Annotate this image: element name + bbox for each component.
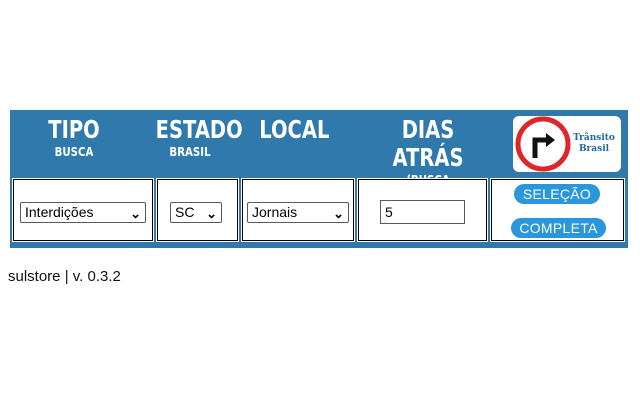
dias-input-value: 5 (385, 204, 393, 220)
chevron-down-icon: ⌄ (333, 206, 344, 221)
buttons-cell: SELEÇÃO COMPLETA (490, 178, 625, 242)
footer-brand: sulstore (8, 268, 61, 285)
header-estado-subtitle: BRASIL (169, 145, 211, 159)
header-estado-title: ESTADO (155, 115, 243, 144)
estado-select-value: SC (175, 204, 195, 220)
transito-brasil-logo: Trânsito Brasil (513, 116, 621, 172)
header-local-title: LOCAL (259, 115, 330, 144)
selecao-button[interactable]: SELEÇÃO (514, 184, 600, 204)
logo-line2: Brasil (578, 144, 610, 154)
chevron-down-icon: ⌄ (130, 206, 141, 221)
logo-text: Trânsito Brasil (569, 133, 619, 155)
search-panel: TIPO BUSCA ESTADO BRASIL LOCAL DIAS ATRÁ… (10, 110, 628, 248)
header-local: LOCAL (250, 116, 334, 144)
dias-cell: 5 (357, 178, 488, 242)
header-dias-title: DIAS ATRÁS (392, 115, 464, 172)
logo-line1: Trânsito (573, 133, 615, 143)
footer-version: v. 0.3.2 (72, 268, 121, 285)
tipo-cell: Interdições ⌄ (12, 178, 154, 242)
local-select-value: Jornais (252, 204, 298, 220)
header-row: TIPO BUSCA ESTADO BRASIL LOCAL DIAS ATRÁ… (10, 110, 628, 203)
estado-cell: SC ⌄ (156, 178, 239, 242)
completa-button[interactable]: COMPLETA (511, 218, 606, 238)
tipo-select[interactable]: Interdições ⌄ (20, 202, 146, 223)
header-tipo-title: TIPO (48, 115, 100, 144)
header-tipo-subtitle: BUSCA (54, 145, 94, 159)
local-cell: Jornais ⌄ (241, 178, 355, 242)
controls-row: Interdições ⌄ SC ⌄ Jornais ⌄ 5 SELEÇÃO C… (10, 176, 628, 248)
header-estado: ESTADO BRASIL (146, 115, 243, 160)
footer-separator: | (64, 268, 69, 285)
header-tipo: TIPO BUSCA (32, 116, 116, 160)
estado-select[interactable]: SC ⌄ (170, 202, 222, 223)
turn-right-sign-icon (515, 116, 571, 172)
chevron-down-icon: ⌄ (206, 206, 217, 221)
tipo-select-value: Interdições (25, 204, 94, 220)
footer: sulstore | v. 0.3.2 (8, 268, 121, 285)
dias-input[interactable]: 5 (380, 200, 465, 224)
local-select[interactable]: Jornais ⌄ (247, 202, 349, 223)
